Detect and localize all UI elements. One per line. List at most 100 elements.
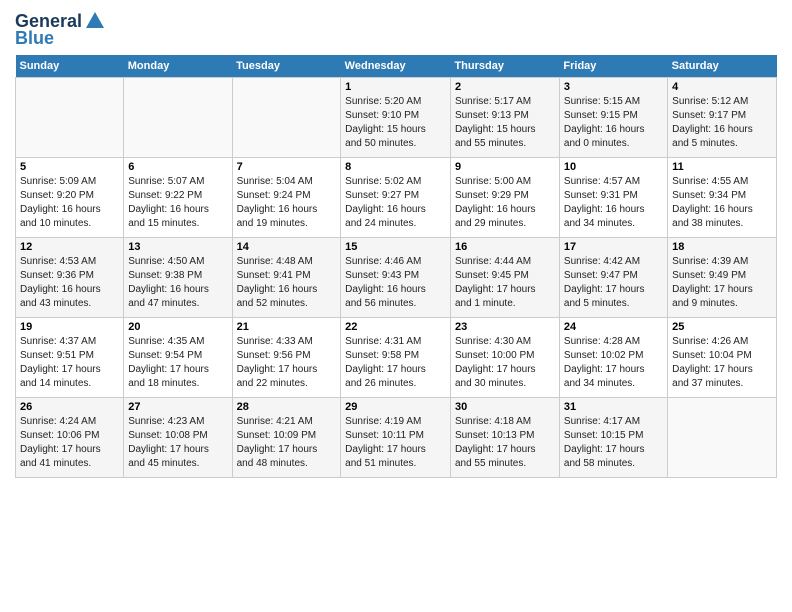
calendar-cell: 7 Sunrise: 5:04 AM Sunset: 9:24 PM Daylig… [232,158,341,238]
calendar-cell: 2Sunrise: 5:17 AM Sunset: 9:13 PM Daylig… [450,78,559,158]
day-info-text: Sunrise: 4:17 AM Sunset: 10:15 PM Daylig… [564,415,663,471]
day-number: 9 [455,161,555,173]
calendar-header-sunday: Sunday [16,55,124,78]
day-number: 24 [564,321,663,333]
day-number: 16 [455,241,555,253]
calendar-cell [124,78,232,158]
day-info-text: Sunrise: 4:30 AM Sunset: 10:00 PM Daylig… [455,335,555,391]
day-info-text: Sunrise: 5:04 AM Sunset: 9:24 PM Dayligh… [237,175,337,231]
calendar-cell: 16 Sunrise: 4:44 AM Sunset: 9:45 PM Dayli… [450,238,559,318]
day-info-text: Sunrise: 4:55 AM Sunset: 9:34 PM Dayligh… [672,175,772,231]
calendar-cell: 31Sunrise: 4:17 AM Sunset: 10:15 PM Dayl… [559,398,667,478]
calendar-cell: 23 Sunrise: 4:30 AM Sunset: 10:00 PM Dayl… [450,318,559,398]
day-number: 27 [128,401,227,413]
day-info-text: Sunrise: 4:28 AM Sunset: 10:02 PM Daylig… [564,335,663,391]
page-header: General Blue [15,10,777,49]
calendar-cell: 11 Sunrise: 4:55 AM Sunset: 9:34 PM Dayli… [668,158,777,238]
calendar-cell: 26 Sunrise: 4:24 AM Sunset: 10:06 PM Dayl… [16,398,124,478]
calendar-week-row: 26 Sunrise: 4:24 AM Sunset: 10:06 PM Dayl… [16,398,777,478]
day-info-text: Sunrise: 4:46 AM Sunset: 9:43 PM Dayligh… [345,255,446,311]
calendar-cell: 27 Sunrise: 4:23 AM Sunset: 10:08 PM Dayl… [124,398,232,478]
calendar-cell: 30 Sunrise: 4:18 AM Sunset: 10:13 PM Dayl… [450,398,559,478]
logo-blue-text: Blue [15,28,54,49]
day-info-text: Sunrise: 4:42 AM Sunset: 9:47 PM Dayligh… [564,255,663,311]
calendar-cell [232,78,341,158]
day-number: 19 [20,321,119,333]
day-number: 29 [345,401,446,413]
calendar-cell: 8 Sunrise: 5:02 AM Sunset: 9:27 PM Daylig… [341,158,451,238]
day-number: 8 [345,161,446,173]
day-number: 15 [345,241,446,253]
day-info-text: Sunrise: 5:17 AM Sunset: 9:13 PM Dayligh… [455,95,555,151]
day-number: 30 [455,401,555,413]
calendar-week-row: 5 Sunrise: 5:09 AM Sunset: 9:20 PM Daylig… [16,158,777,238]
day-number: 4 [672,81,772,93]
day-info-text: Sunrise: 5:02 AM Sunset: 9:27 PM Dayligh… [345,175,446,231]
calendar-cell: 12Sunrise: 4:53 AM Sunset: 9:36 PM Dayli… [16,238,124,318]
day-info-text: Sunrise: 4:37 AM Sunset: 9:51 PM Dayligh… [20,335,119,391]
calendar-cell [668,398,777,478]
day-info-text: Sunrise: 4:48 AM Sunset: 9:41 PM Dayligh… [237,255,337,311]
calendar-header-thursday: Thursday [450,55,559,78]
calendar-week-row: 19 Sunrise: 4:37 AM Sunset: 9:51 PM Dayli… [16,318,777,398]
calendar-cell: 25Sunrise: 4:26 AM Sunset: 10:04 PM Dayl… [668,318,777,398]
calendar-header-tuesday: Tuesday [232,55,341,78]
calendar-cell: 13 Sunrise: 4:50 AM Sunset: 9:38 PM Dayli… [124,238,232,318]
day-number: 22 [345,321,446,333]
calendar-cell [16,78,124,158]
calendar-cell: 17 Sunrise: 4:42 AM Sunset: 9:47 PM Dayli… [559,238,667,318]
day-info-text: Sunrise: 4:44 AM Sunset: 9:45 PM Dayligh… [455,255,555,311]
day-info-text: Sunrise: 4:39 AM Sunset: 9:49 PM Dayligh… [672,255,772,311]
day-info-text: Sunrise: 4:24 AM Sunset: 10:06 PM Daylig… [20,415,119,471]
day-info-text: Sunrise: 4:19 AM Sunset: 10:11 PM Daylig… [345,415,446,471]
day-info-text: Sunrise: 4:18 AM Sunset: 10:13 PM Daylig… [455,415,555,471]
day-number: 17 [564,241,663,253]
day-number: 1 [345,81,446,93]
logo-icon [84,10,106,32]
calendar-header-saturday: Saturday [668,55,777,78]
day-number: 10 [564,161,663,173]
day-info-text: Sunrise: 4:21 AM Sunset: 10:09 PM Daylig… [237,415,337,471]
calendar-cell: 1 Sunrise: 5:20 AM Sunset: 9:10 PM Daylig… [341,78,451,158]
day-number: 28 [237,401,337,413]
day-number: 18 [672,241,772,253]
calendar-cell: 14 Sunrise: 4:48 AM Sunset: 9:41 PM Dayli… [232,238,341,318]
calendar-cell: 5 Sunrise: 5:09 AM Sunset: 9:20 PM Daylig… [16,158,124,238]
day-info-text: Sunrise: 4:31 AM Sunset: 9:58 PM Dayligh… [345,335,446,391]
day-number: 20 [128,321,227,333]
day-info-text: Sunrise: 4:50 AM Sunset: 9:38 PM Dayligh… [128,255,227,311]
calendar-week-row: 12Sunrise: 4:53 AM Sunset: 9:36 PM Dayli… [16,238,777,318]
day-number: 23 [455,321,555,333]
day-number: 7 [237,161,337,173]
day-info-text: Sunrise: 4:26 AM Sunset: 10:04 PM Daylig… [672,335,772,391]
calendar-cell: 21Sunrise: 4:33 AM Sunset: 9:56 PM Dayli… [232,318,341,398]
day-info-text: Sunrise: 5:15 AM Sunset: 9:15 PM Dayligh… [564,95,663,151]
calendar-header-friday: Friday [559,55,667,78]
day-info-text: Sunrise: 4:35 AM Sunset: 9:54 PM Dayligh… [128,335,227,391]
calendar-header-wednesday: Wednesday [341,55,451,78]
calendar-cell: 9Sunrise: 5:00 AM Sunset: 9:29 PM Daylig… [450,158,559,238]
calendar-cell: 28 Sunrise: 4:21 AM Sunset: 10:09 PM Dayl… [232,398,341,478]
day-info-text: Sunrise: 5:12 AM Sunset: 9:17 PM Dayligh… [672,95,772,151]
calendar-table: SundayMondayTuesdayWednesdayThursdayFrid… [15,55,777,478]
day-info-text: Sunrise: 5:09 AM Sunset: 9:20 PM Dayligh… [20,175,119,231]
day-number: 26 [20,401,119,413]
calendar-header-row: SundayMondayTuesdayWednesdayThursdayFrid… [16,55,777,78]
calendar-cell: 18 Sunrise: 4:39 AM Sunset: 9:49 PM Dayli… [668,238,777,318]
day-number: 6 [128,161,227,173]
day-info-text: Sunrise: 5:20 AM Sunset: 9:10 PM Dayligh… [345,95,446,151]
logo: General Blue [15,10,106,49]
day-number: 3 [564,81,663,93]
calendar-header-monday: Monday [124,55,232,78]
calendar-cell: 24 Sunrise: 4:28 AM Sunset: 10:02 PM Dayl… [559,318,667,398]
calendar-cell: 20 Sunrise: 4:35 AM Sunset: 9:54 PM Dayli… [124,318,232,398]
calendar-cell: 6Sunrise: 5:07 AM Sunset: 9:22 PM Daylig… [124,158,232,238]
day-number: 11 [672,161,772,173]
calendar-cell: 19 Sunrise: 4:37 AM Sunset: 9:51 PM Dayli… [16,318,124,398]
day-number: 14 [237,241,337,253]
day-info-text: Sunrise: 4:23 AM Sunset: 10:08 PM Daylig… [128,415,227,471]
calendar-week-row: 1 Sunrise: 5:20 AM Sunset: 9:10 PM Daylig… [16,78,777,158]
day-info-text: Sunrise: 4:33 AM Sunset: 9:56 PM Dayligh… [237,335,337,391]
day-number: 13 [128,241,227,253]
day-number: 5 [20,161,119,173]
